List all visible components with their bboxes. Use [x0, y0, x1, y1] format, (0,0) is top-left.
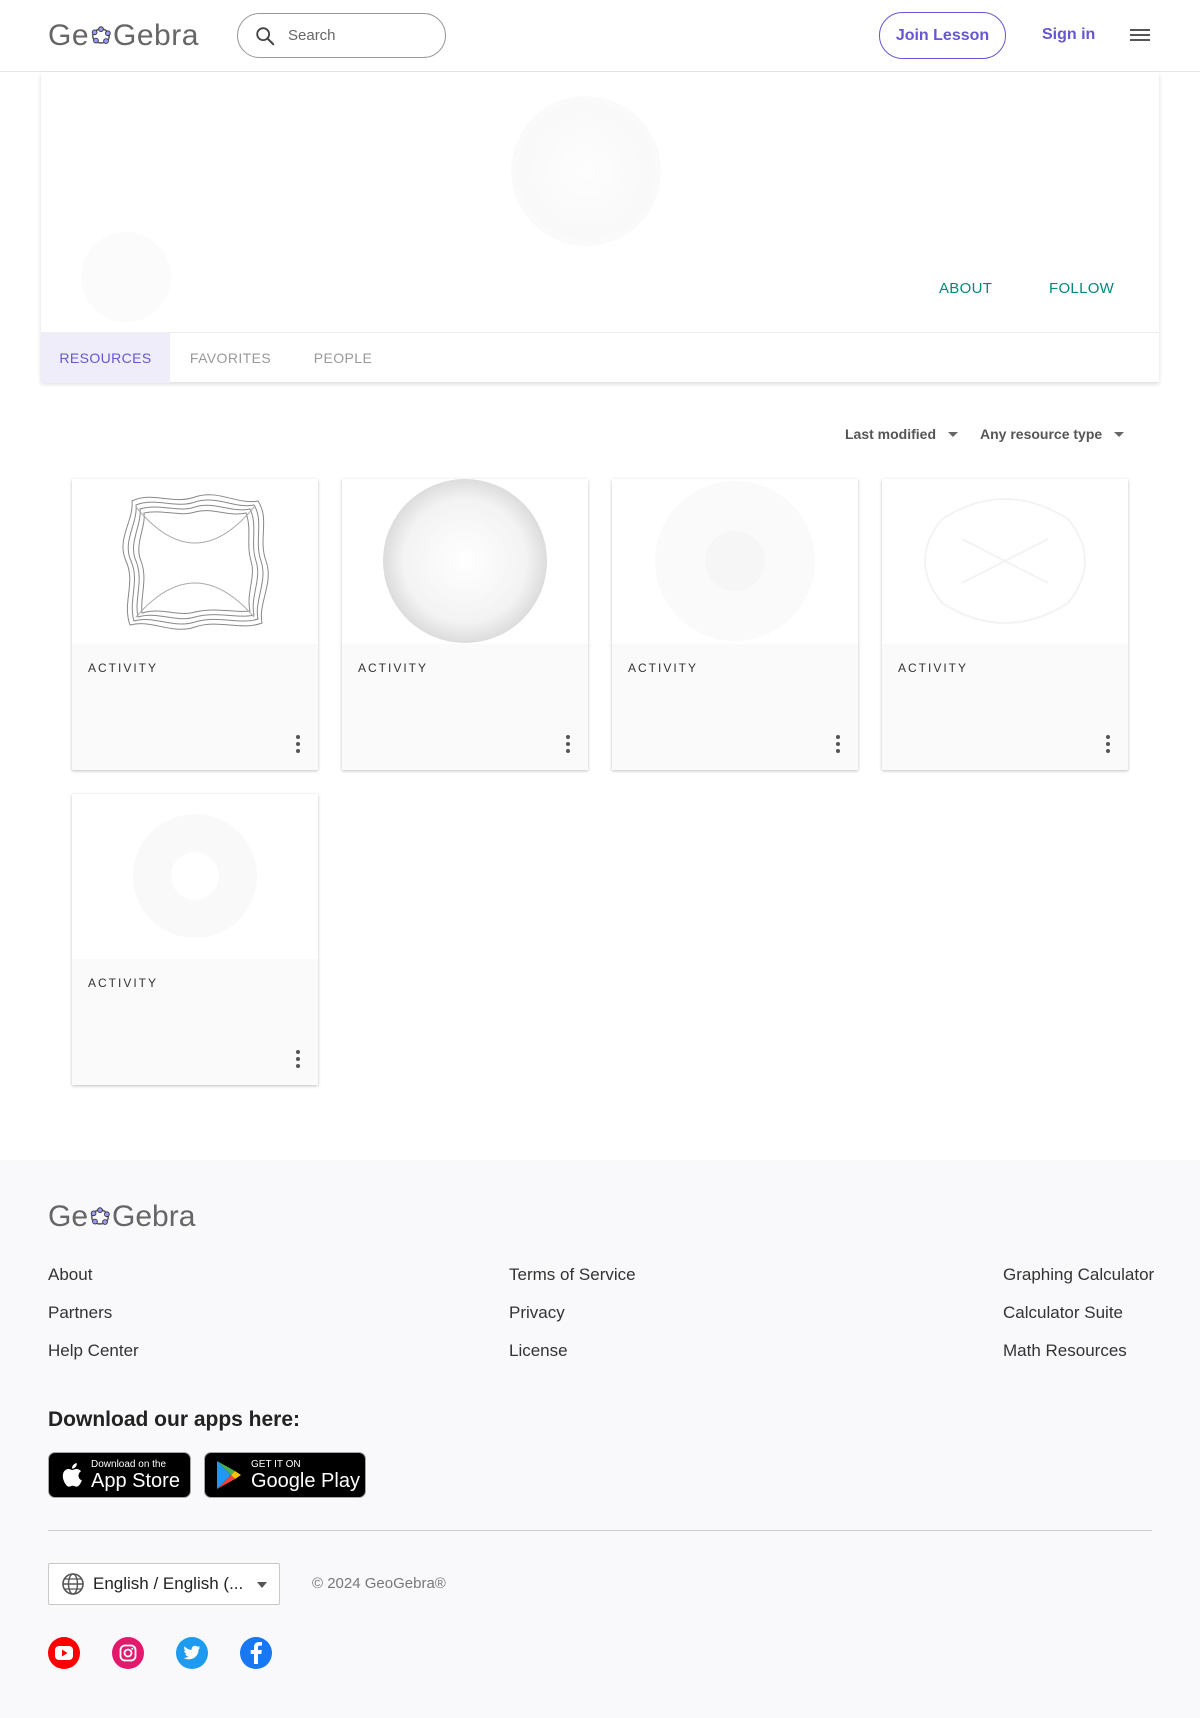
faint-circle-thumbnail	[655, 481, 815, 641]
geogebra-flower-icon	[90, 1207, 110, 1225]
more-options-icon[interactable]	[296, 1050, 300, 1068]
google-play-button[interactable]: GET IT ON Google Play	[204, 1452, 366, 1498]
more-options-icon[interactable]	[566, 735, 570, 753]
app-store-small-text: Download on the	[91, 1458, 167, 1470]
caret-down-icon	[257, 1582, 267, 1588]
google-play-small-text: GET IT ON	[251, 1458, 301, 1470]
download-title: Download our apps here:	[48, 1408, 301, 1431]
profile-card: ABOUT FOLLOW RESOURCES FAVORITES PEOPLE	[41, 72, 1159, 383]
twitter-icon[interactable]	[176, 1637, 208, 1669]
faint-pattern-thumbnail	[924, 498, 1086, 624]
geogebra-logo[interactable]: Ge Gebra	[48, 16, 199, 56]
footer-link-terms[interactable]: Terms of Service	[509, 1264, 636, 1285]
search-icon	[256, 26, 275, 45]
resource-type: ACTIVITY	[358, 661, 429, 675]
hamburger-menu-icon[interactable]	[1130, 27, 1150, 43]
resource-card[interactable]: ACTIVITY	[72, 794, 318, 1085]
resource-type: ACTIVITY	[898, 661, 969, 675]
resource-card[interactable]: ACTIVITY	[612, 479, 858, 770]
footer-column-legal: Terms of Service Privacy License	[509, 1264, 636, 1361]
apple-icon	[62, 1463, 82, 1487]
profile-tabs: RESOURCES FAVORITES PEOPLE	[41, 332, 1159, 383]
faint-circle-thumbnail	[133, 814, 257, 938]
top-header: Ge Gebra Search Join Lesson Sign in	[0, 0, 1200, 72]
footer-link-privacy[interactable]: Privacy	[509, 1302, 636, 1323]
app-store-button[interactable]: Download on the App Store	[48, 1452, 191, 1498]
footer: Ge Gebra About Partners Help Center Term…	[0, 1160, 1200, 1718]
footer-link-about[interactable]: About	[48, 1264, 139, 1285]
footer-link-math-resources[interactable]: Math Resources	[1003, 1340, 1154, 1361]
more-options-icon[interactable]	[296, 735, 300, 753]
footer-link-license[interactable]: License	[509, 1340, 636, 1361]
logo-text-right: Gebra	[113, 19, 199, 52]
resource-thumbnail	[882, 479, 1128, 644]
google-play-icon	[217, 1461, 241, 1489]
resource-card[interactable]: ACTIVITY	[72, 479, 318, 770]
google-play-big-text: Google Play	[251, 1469, 360, 1492]
footer-link-partners[interactable]: Partners	[48, 1302, 139, 1323]
sort-label: Last modified	[845, 426, 937, 442]
footer-link-calculator-suite[interactable]: Calculator Suite	[1003, 1302, 1154, 1323]
footer-column-company: About Partners Help Center	[48, 1264, 139, 1361]
logo-text-left: Ge	[48, 1200, 89, 1233]
logo-text-left: Ge	[48, 19, 90, 52]
footer-divider	[48, 1530, 1152, 1531]
search-input[interactable]: Search	[288, 27, 336, 44]
tab-people[interactable]: PEOPLE	[291, 333, 395, 383]
sign-in-link[interactable]: Sign in	[1042, 22, 1095, 48]
more-options-icon[interactable]	[836, 735, 840, 753]
about-button[interactable]: ABOUT	[939, 280, 992, 297]
more-options-icon[interactable]	[1106, 735, 1110, 753]
resource-card[interactable]: ACTIVITY	[882, 479, 1128, 770]
language-selector[interactable]: English / English (...	[48, 1563, 280, 1605]
join-lesson-button[interactable]: Join Lesson	[879, 12, 1006, 59]
resource-thumbnail	[342, 479, 588, 644]
footer-column-apps: Graphing Calculator Calculator Suite Mat…	[1003, 1264, 1154, 1361]
resource-thumbnail	[612, 479, 858, 644]
app-store-big-text: App Store	[91, 1469, 180, 1492]
sphere-thumbnail	[383, 479, 547, 643]
resource-type-label: Any resource type	[980, 426, 1103, 442]
caret-down-icon	[1114, 431, 1125, 437]
cover-image	[511, 96, 661, 246]
footer-link-graphing-calculator[interactable]: Graphing Calculator	[1003, 1264, 1154, 1285]
footer-logo[interactable]: Ge Gebra	[48, 1200, 195, 1234]
resource-type: ACTIVITY	[628, 661, 699, 675]
facebook-icon[interactable]	[240, 1637, 272, 1669]
tab-resources[interactable]: RESOURCES	[41, 333, 170, 383]
wavy-square-thumbnail	[122, 494, 269, 630]
resource-card[interactable]: ACTIVITY	[342, 479, 588, 770]
search-box[interactable]: Search	[237, 13, 446, 58]
instagram-icon[interactable]	[112, 1637, 144, 1669]
avatar	[81, 232, 171, 322]
follow-button[interactable]: FOLLOW	[1049, 280, 1114, 297]
caret-down-icon	[948, 431, 959, 437]
copyright-text: © 2024 GeoGebra®	[312, 1575, 446, 1592]
logo-text-right: Gebra	[112, 1200, 196, 1233]
language-label: English / English (...	[93, 1574, 244, 1593]
tab-favorites[interactable]: FAVORITES	[170, 333, 291, 383]
globe-icon	[62, 1573, 84, 1595]
resource-type: ACTIVITY	[88, 976, 159, 990]
youtube-icon[interactable]	[48, 1637, 80, 1669]
resource-thumbnail	[72, 794, 318, 959]
footer-link-help-center[interactable]: Help Center	[48, 1340, 139, 1361]
sort-dropdown[interactable]: Last modified	[845, 426, 959, 442]
geogebra-flower-icon	[91, 26, 111, 44]
resource-thumbnail	[72, 479, 318, 644]
resource-type: ACTIVITY	[88, 661, 159, 675]
resource-type-dropdown[interactable]: Any resource type	[980, 426, 1125, 442]
